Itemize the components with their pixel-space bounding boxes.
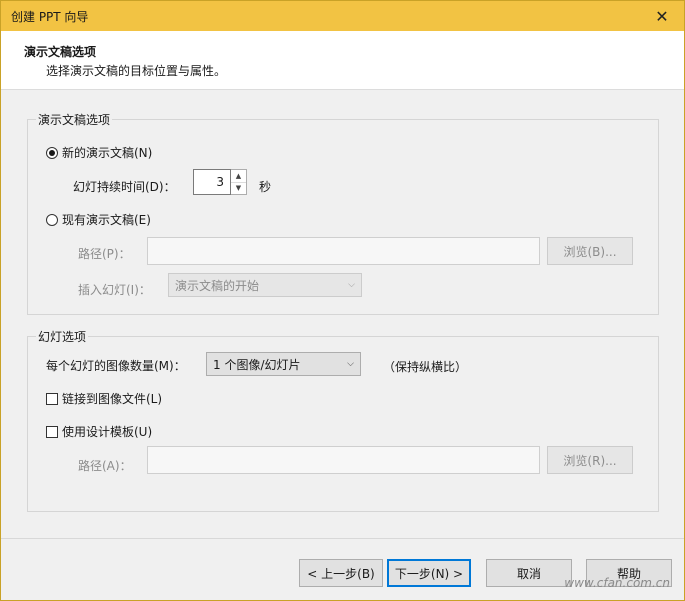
duration-unit: 秒 bbox=[259, 178, 271, 195]
slide-options-legend: 幻灯选项 bbox=[36, 328, 89, 345]
duration-label-text: 幻灯持续时间(D)： bbox=[73, 180, 176, 194]
new-presentation-label: 新的演示文稿(N) bbox=[62, 146, 153, 160]
title-bar: 创建 PPT 向导 ✕ bbox=[1, 1, 684, 31]
new-presentation-radio[interactable]: 新的演示文稿(N) bbox=[46, 144, 152, 161]
next-button[interactable]: 下一步(N) > bbox=[387, 559, 471, 587]
existing-presentation-radio[interactable]: 现有演示文稿(E) bbox=[46, 211, 151, 228]
link-image-label: 链接到图像文件(L) bbox=[62, 392, 163, 406]
path-label: 路径(P)： bbox=[78, 245, 131, 262]
aspect-ratio-note-text: （保持纵横比） bbox=[383, 360, 468, 374]
watermark: www.cfan.com.cn bbox=[564, 576, 670, 590]
back-button[interactable]: < 上一步(B) bbox=[299, 559, 383, 587]
close-icon[interactable]: ✕ bbox=[640, 1, 684, 31]
radio-selected-icon[interactable] bbox=[46, 146, 58, 159]
duration-unit-text: 秒 bbox=[259, 180, 272, 194]
aspect-ratio-note: （保持纵横比） bbox=[383, 358, 467, 375]
insert-slide-label-text: 插入幻灯(I)： bbox=[78, 283, 151, 297]
duration-stepper[interactable]: 3 ▲ ▼ bbox=[193, 169, 247, 195]
insert-slide-label: 插入幻灯(I)： bbox=[78, 281, 151, 298]
page-title: 演示文稿选项 bbox=[24, 45, 97, 59]
images-per-slide-value: 1 个图像/幻灯片 bbox=[213, 357, 301, 372]
checkbox-icon[interactable] bbox=[46, 425, 58, 438]
wizard-header: 演示文稿选项 选择演示文稿的目标位置与属性。 bbox=[1, 31, 684, 90]
decrement-arrow-icon[interactable]: ▼ bbox=[231, 183, 246, 195]
radio-unselected-icon[interactable] bbox=[46, 213, 58, 226]
browse-button[interactable]: 浏览(B)... bbox=[547, 237, 633, 265]
link-image-checkbox[interactable]: 链接到图像文件(L) bbox=[46, 390, 162, 407]
duration-label: 幻灯持续时间(D)： bbox=[73, 178, 176, 195]
window-title: 创建 PPT 向导 bbox=[11, 10, 89, 24]
duration-stepper-buttons: ▲ ▼ bbox=[231, 169, 247, 195]
insert-slide-value: 演示文稿的开始 bbox=[175, 278, 260, 293]
increment-arrow-icon[interactable]: ▲ bbox=[231, 170, 246, 183]
wizard-window: 创建 PPT 向导 ✕ 演示文稿选项 选择演示文稿的目标位置与属性。 演示文稿选… bbox=[0, 0, 685, 601]
checkbox-icon[interactable] bbox=[46, 392, 58, 405]
images-per-slide-label-text: 每个幻灯的图像数量(M)： bbox=[46, 359, 186, 373]
presentation-options-legend: 演示文稿选项 bbox=[36, 111, 113, 128]
images-per-slide-select[interactable]: 1 个图像/幻灯片 ⌵ bbox=[206, 352, 361, 376]
existing-presentation-label: 现有演示文稿(E) bbox=[62, 213, 151, 227]
page-subtitle: 选择演示文稿的目标位置与属性。 bbox=[46, 64, 227, 78]
template-path-label: 路径(A)： bbox=[78, 457, 132, 474]
duration-input[interactable]: 3 bbox=[193, 169, 231, 195]
images-per-slide-label: 每个幻灯的图像数量(M)： bbox=[46, 357, 186, 374]
insert-slide-select[interactable]: 演示文稿的开始 ⌵ bbox=[168, 273, 362, 297]
path-input[interactable] bbox=[147, 237, 540, 265]
template-path-input[interactable] bbox=[147, 446, 540, 474]
footer-divider bbox=[1, 538, 684, 539]
cancel-button[interactable]: 取消 bbox=[486, 559, 572, 587]
design-template-checkbox[interactable]: 使用设计模板(U) bbox=[46, 423, 152, 440]
template-path-label-text: 路径(A)： bbox=[78, 459, 132, 473]
path-label-text: 路径(P)： bbox=[78, 247, 131, 261]
chevron-down-icon: ⌵ bbox=[347, 359, 354, 369]
design-template-label: 使用设计模板(U) bbox=[62, 425, 153, 439]
template-browse-button[interactable]: 浏览(R)... bbox=[547, 446, 633, 474]
chevron-down-icon: ⌵ bbox=[348, 280, 355, 290]
